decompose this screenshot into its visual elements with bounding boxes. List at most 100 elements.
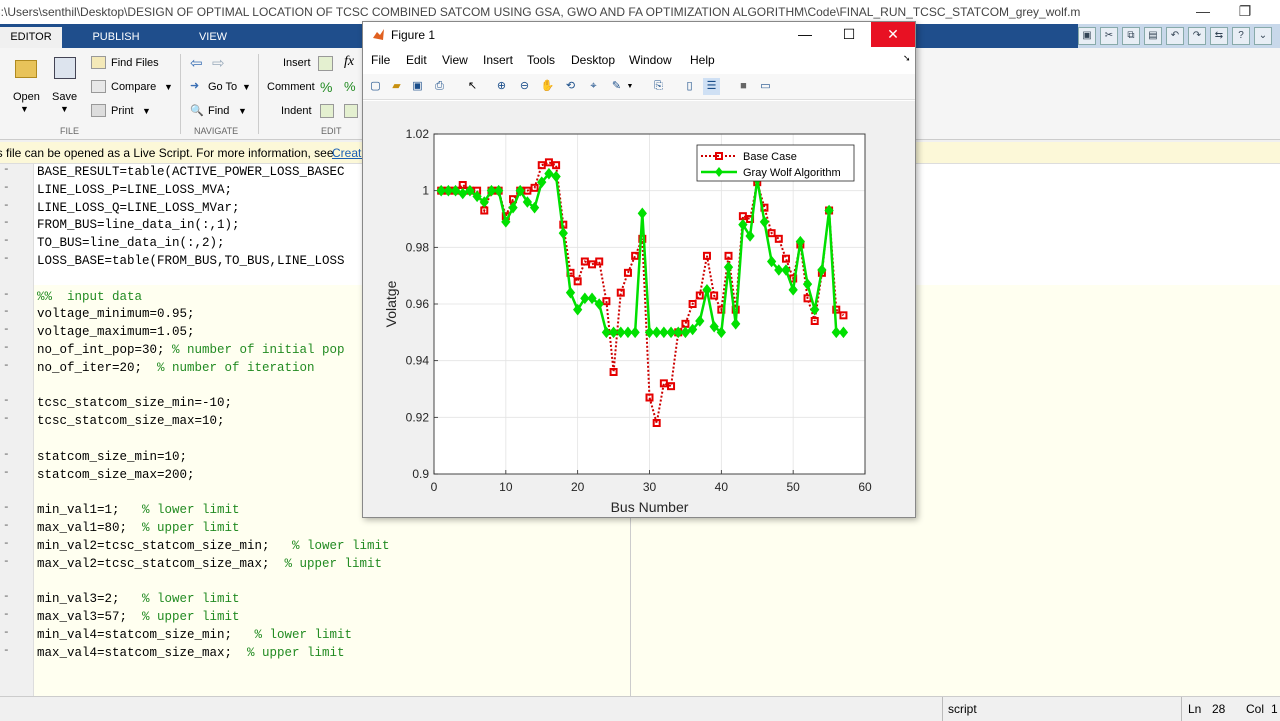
code-line[interactable]: max_val3=57; % upper limit bbox=[37, 609, 240, 627]
menu-insert[interactable]: Insert bbox=[483, 53, 513, 67]
code-line[interactable]: max_val4=statcom_size_max; % upper limit bbox=[37, 645, 345, 663]
cut-icon[interactable]: ✂ bbox=[1100, 27, 1118, 45]
code-line[interactable]: tcsc_statcom_size_max=10; bbox=[37, 413, 225, 431]
brush-icon[interactable]: ✎ bbox=[608, 78, 625, 95]
indent-button[interactable]: Indent bbox=[281, 105, 312, 117]
figure-close-button[interactable]: ✕ bbox=[871, 22, 915, 47]
pointer-icon[interactable]: ↖ bbox=[464, 78, 481, 95]
back-arrow-icon[interactable]: ⇦ bbox=[190, 54, 203, 72]
code-line[interactable]: TO_BUS=line_data_in(:,2); bbox=[37, 235, 225, 253]
rotate-icon[interactable]: ⟲ bbox=[562, 78, 579, 95]
infobar-link[interactable]: Creati bbox=[332, 142, 364, 164]
legend-label-gray-wolf: Gray Wolf Algorithm bbox=[743, 167, 841, 179]
code-line[interactable]: LOSS_BASE=table(FROM_BUS,TO_BUS,LINE_LOS… bbox=[37, 253, 345, 271]
figure-maximize-button[interactable]: ☐ bbox=[827, 22, 871, 47]
code-line[interactable]: no_of_iter=20; % number of iteration bbox=[37, 360, 315, 378]
figure-minimize-button[interactable]: — bbox=[783, 22, 827, 47]
insert-button[interactable]: Insert bbox=[283, 57, 311, 69]
code-line[interactable]: min_val2=tcsc_statcom_size_min; % lower … bbox=[37, 538, 390, 556]
tab-publish[interactable]: PUBLISH bbox=[66, 27, 166, 48]
save-button[interactable]: Save bbox=[52, 91, 77, 103]
code-line[interactable]: tcsc_statcom_size_min=-10; bbox=[37, 395, 232, 413]
code-line[interactable]: statcom_size_max=200; bbox=[37, 467, 195, 485]
colorbar-icon[interactable]: ▯ bbox=[681, 78, 698, 95]
open-button[interactable]: Open bbox=[13, 91, 40, 103]
open-dropdown-icon[interactable]: ▼ bbox=[20, 104, 29, 114]
compare-dropdown-icon[interactable]: ▼ bbox=[164, 82, 173, 92]
brush-dropdown-icon[interactable]: ▼ bbox=[625, 78, 635, 95]
menu-help[interactable]: Help bbox=[690, 53, 715, 67]
code-line[interactable]: max_val1=80; % upper limit bbox=[37, 520, 240, 538]
print-dropdown-icon[interactable]: ▼ bbox=[142, 106, 151, 116]
go-to-dropdown-icon[interactable]: ▼ bbox=[242, 82, 251, 92]
code-line[interactable]: statcom_size_min=10; bbox=[37, 449, 187, 467]
code-line[interactable]: min_val1=1; % lower limit bbox=[37, 502, 240, 520]
code-line[interactable]: LINE_LOSS_Q=LINE_LOSS_MVar; bbox=[37, 200, 240, 218]
undo-icon[interactable]: ↶ bbox=[1166, 27, 1184, 45]
find-files-button[interactable]: Find Files bbox=[111, 57, 159, 69]
data-cursor-icon[interactable]: ⌖ bbox=[585, 78, 602, 95]
menu-file[interactable]: File bbox=[371, 53, 390, 67]
restore-button[interactable]: ❐ bbox=[1222, 0, 1268, 24]
code-line[interactable]: min_val4=statcom_size_min; % lower limit bbox=[37, 627, 352, 645]
code-line[interactable]: voltage_maximum=1.05; bbox=[37, 324, 195, 342]
line-marker: - bbox=[3, 199, 10, 212]
code-line[interactable]: BASE_RESULT=table(ACTIVE_POWER_LOSS_BASE… bbox=[37, 164, 345, 182]
indent-icon[interactable] bbox=[320, 104, 334, 118]
go-to-button[interactable]: Go To bbox=[208, 81, 237, 93]
comment-percent-icon[interactable]: % bbox=[320, 79, 332, 95]
paste-icon[interactable]: ▤ bbox=[1144, 27, 1162, 45]
forward-arrow-icon[interactable]: ⇨ bbox=[212, 54, 225, 72]
save-icon[interactable]: ▣ bbox=[1078, 27, 1096, 45]
insert-section-icon[interactable] bbox=[318, 56, 333, 71]
code-line[interactable]: no_of_int_pop=30; % number of initial po… bbox=[37, 342, 345, 360]
fx-icon[interactable]: fx bbox=[344, 54, 354, 70]
tab-view[interactable]: VIEW bbox=[170, 27, 256, 48]
open-folder-icon[interactable] bbox=[15, 60, 37, 78]
zoom-out-icon[interactable]: ⊖ bbox=[516, 78, 533, 95]
save-dropdown-icon[interactable]: ▼ bbox=[60, 104, 69, 114]
voltage-chart[interactable]: 0 10 20 30 40 50 60 0.9 0.92 0.94 0.96 0.98 1 1.02 Bus… bbox=[363, 101, 915, 517]
show-tools-icon[interactable]: ▭ bbox=[757, 78, 774, 95]
find-button[interactable]: Find bbox=[208, 105, 229, 117]
line-marker: - bbox=[3, 520, 10, 532]
smart-indent-icon[interactable] bbox=[344, 104, 358, 118]
save-figure-icon[interactable]: ▣ bbox=[409, 78, 426, 95]
find-dropdown-icon[interactable]: ▼ bbox=[238, 106, 247, 116]
code-line[interactable]: %% input data bbox=[37, 289, 142, 307]
menu-desktop[interactable]: Desktop bbox=[571, 53, 615, 67]
code-line[interactable]: voltage_minimum=0.95; bbox=[37, 306, 195, 324]
menu-window[interactable]: Window bbox=[629, 53, 672, 67]
figure-canvas[interactable]: 0 10 20 30 40 50 60 0.9 0.92 0.94 0.96 0.98 1 1.02 Bus… bbox=[363, 101, 915, 517]
comment-button[interactable]: Comment bbox=[267, 81, 315, 93]
minimize-button[interactable]: — bbox=[1180, 0, 1226, 24]
menu-edit[interactable]: Edit bbox=[406, 53, 427, 67]
link-plot-icon[interactable]: ⎘ bbox=[650, 78, 667, 95]
print-button[interactable]: Print bbox=[111, 105, 134, 117]
figure-window[interactable]: Figure 1 — ☐ ✕ File Edit View Insert Too… bbox=[362, 21, 916, 518]
code-line[interactable]: FROM_BUS=line_data_in(:,1); bbox=[37, 217, 240, 235]
save-floppy-icon[interactable] bbox=[54, 57, 76, 79]
compare-button[interactable]: Compare bbox=[111, 81, 156, 93]
hide-tools-icon[interactable]: ■ bbox=[735, 78, 752, 95]
code-line[interactable]: max_val2=tcsc_statcom_size_max; % upper … bbox=[37, 556, 382, 574]
help-icon[interactable]: ? bbox=[1232, 27, 1250, 45]
uncomment-icon[interactable]: % bbox=[344, 79, 356, 94]
expand-icon[interactable]: ⌄ bbox=[1254, 27, 1272, 45]
code-line[interactable]: LINE_LOSS_P=LINE_LOSS_MVA; bbox=[37, 182, 232, 200]
pan-hand-icon[interactable]: ✋ bbox=[539, 78, 556, 95]
switch-windows-icon[interactable]: ⇆ bbox=[1210, 27, 1228, 45]
line-marker: - bbox=[3, 413, 10, 426]
code-line[interactable]: min_val3=2; % lower limit bbox=[37, 591, 240, 609]
legend-icon[interactable]: ☰ bbox=[703, 78, 720, 95]
menu-view[interactable]: View bbox=[442, 53, 468, 67]
copy-icon[interactable]: ⧉ bbox=[1122, 27, 1140, 45]
open-file-icon[interactable]: ▰ bbox=[388, 78, 405, 95]
redo-icon[interactable]: ↷ bbox=[1188, 27, 1206, 45]
menu-tools[interactable]: Tools bbox=[527, 53, 555, 67]
print-figure-icon[interactable]: ⎙ bbox=[431, 78, 448, 95]
new-figure-icon[interactable]: ▢ bbox=[367, 78, 384, 95]
dock-arrow-icon[interactable]: ➘ bbox=[903, 53, 911, 64]
tab-editor[interactable]: EDITOR bbox=[0, 27, 62, 48]
zoom-in-icon[interactable]: ⊕ bbox=[493, 78, 510, 95]
